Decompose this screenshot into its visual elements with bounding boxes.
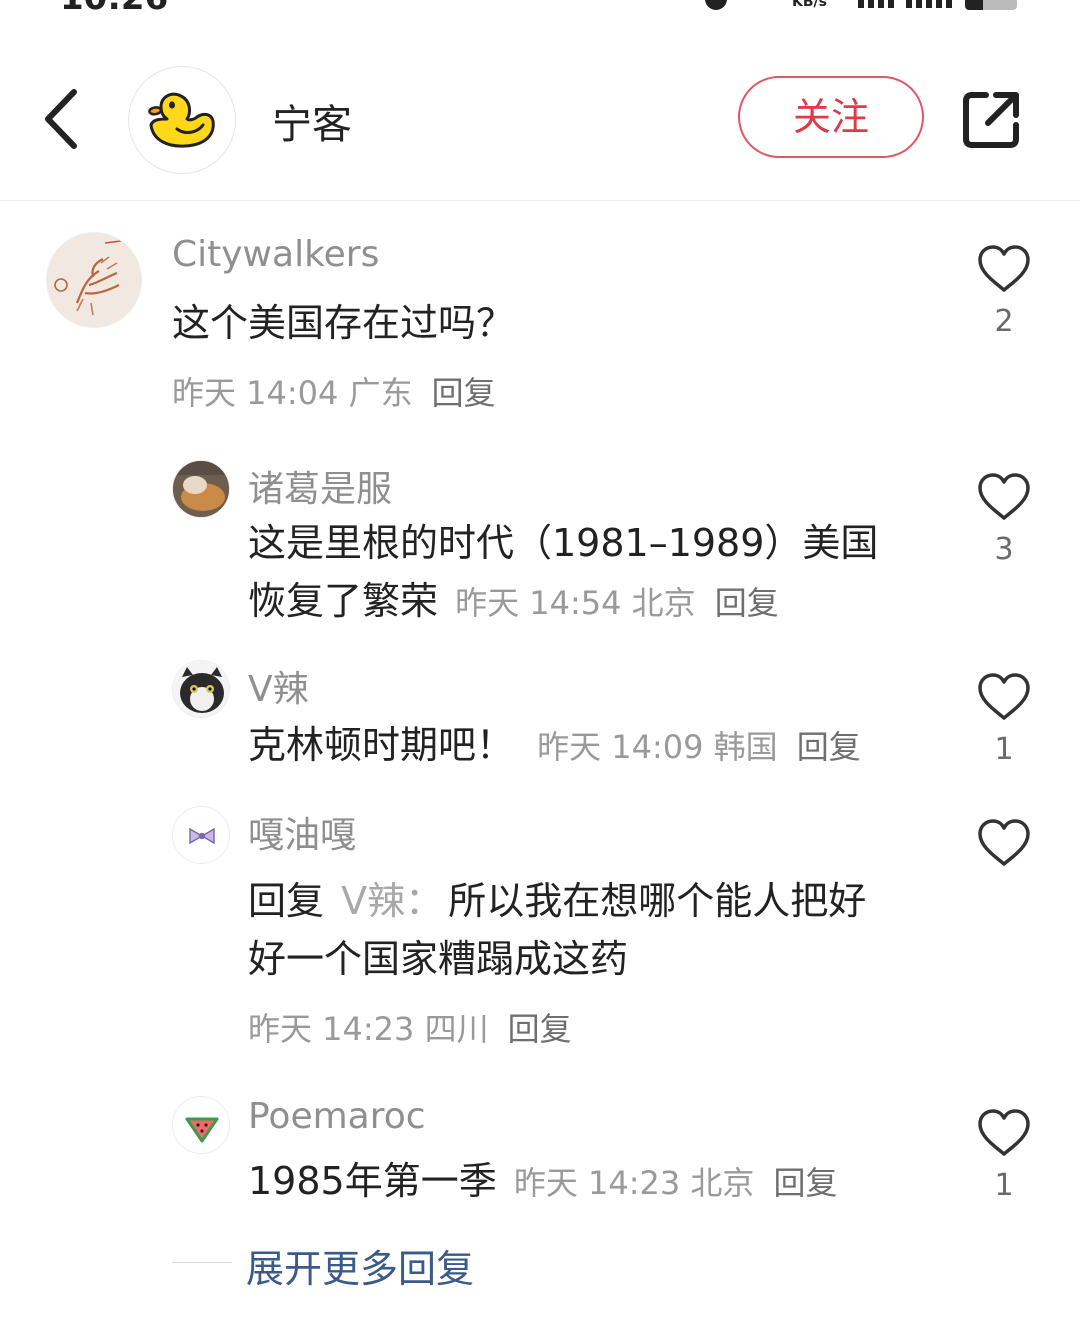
duck-icon	[148, 92, 215, 148]
heart-icon	[978, 1109, 1030, 1156]
comment-text-row: 1985年第一季 昨天 14:23 北京 回复	[248, 1152, 838, 1218]
comment-username[interactable]: 诸葛是服	[248, 460, 392, 512]
comment-text-row: 回复 V辣： 所以我在想哪个能人把好	[248, 872, 866, 938]
reply-button[interactable]: 回复	[797, 728, 861, 766]
sketch-avatar-image	[47, 233, 141, 327]
signal-icon	[858, 0, 896, 8]
share-button[interactable]	[960, 89, 1022, 151]
photo-avatar-image	[173, 461, 229, 517]
like-count: 3	[994, 532, 1014, 567]
share-icon	[963, 92, 1019, 148]
back-button[interactable]	[36, 86, 90, 152]
reply-button[interactable]: 回复	[432, 374, 496, 412]
comment-meta-row: 昨天 14:23 四川 回复	[248, 1004, 572, 1050]
heart-icon	[978, 819, 1030, 866]
comment-meta: 昨天 14:54 北京	[455, 584, 696, 622]
cat-avatar-image	[173, 661, 229, 717]
comment-text-row: 克林顿时期吧！ 昨天 14:09 韩国 回复	[248, 716, 861, 782]
like-button[interactable]: 2	[974, 244, 1034, 339]
mention-username[interactable]: V辣：	[341, 879, 443, 923]
bow-avatar-image	[173, 807, 229, 863]
comment-text: 这个美国存在过吗？	[172, 301, 515, 345]
top-bar: 宁客 关注	[0, 44, 1080, 201]
account-avatar[interactable]	[128, 66, 236, 174]
like-button[interactable]: 1	[974, 672, 1034, 767]
comment-text: 1985年第一季	[248, 1159, 497, 1203]
chevron-left-icon	[45, 89, 77, 149]
like-count: 1	[994, 732, 1014, 767]
battery-icon	[965, 0, 1017, 10]
heart-icon	[978, 473, 1030, 520]
signal-icon-2	[906, 0, 954, 8]
like-count: 2	[994, 304, 1014, 339]
avatar[interactable]	[46, 232, 142, 328]
follow-button[interactable]: 关注	[738, 76, 924, 158]
comment-text: 所以我在想哪个能人把好	[448, 879, 867, 923]
like-count: 1	[994, 1168, 1014, 1203]
comment-username[interactable]: Citywalkers	[172, 234, 379, 275]
notification-dot-icon	[705, 0, 727, 10]
reply-button[interactable]: 回复	[508, 1010, 572, 1048]
comment-meta: 昨天 14:23 四川	[248, 1010, 489, 1048]
reply-button[interactable]: 回复	[715, 584, 779, 622]
expand-more-replies-button[interactable]: 展开更多回复	[246, 1238, 474, 1293]
net-speed-unit: KB/s	[792, 0, 827, 10]
comment-username[interactable]: Poemaroc	[248, 1096, 426, 1137]
comment-meta-row: 昨天 14:04 广东 回复	[172, 368, 496, 414]
comment-meta: 昨天 14:04 广东	[172, 374, 413, 412]
avatar[interactable]	[172, 660, 230, 718]
like-button[interactable]: 3	[974, 472, 1034, 567]
avatar[interactable]	[172, 806, 230, 864]
reply-button[interactable]: 回复	[773, 1164, 837, 1202]
comment-text: 这是里根的时代（1981–1989）美国	[248, 521, 879, 565]
comment-text: 克林顿时期吧！	[248, 723, 515, 767]
like-button[interactable]	[974, 818, 1034, 868]
heart-icon	[978, 673, 1030, 720]
comment-username[interactable]: 嘎油嘎	[248, 806, 356, 858]
comment-text-continued: 好一个国家糟蹋成这药	[248, 937, 629, 981]
status-bar: 10:26 KB/s	[0, 0, 1080, 14]
reply-prefix: 回复	[248, 879, 325, 923]
account-name[interactable]: 宁客	[272, 92, 352, 150]
comment-meta: 昨天 14:09 韩国	[537, 728, 778, 766]
like-button[interactable]: 1	[974, 1108, 1034, 1203]
expand-divider	[172, 1262, 232, 1263]
comment-text-row: 恢复了繁荣 昨天 14:54 北京 回复	[248, 572, 779, 638]
comment-meta: 昨天 14:23 北京	[513, 1164, 755, 1202]
avatar[interactable]	[172, 460, 230, 518]
comment-text: 恢复了繁荣	[248, 579, 439, 623]
heart-icon	[978, 245, 1030, 292]
status-time: 10:26	[60, 0, 168, 14]
comment-username[interactable]: V辣	[248, 660, 309, 712]
watermelon-avatar-image	[173, 1097, 229, 1153]
avatar[interactable]	[172, 1096, 230, 1154]
